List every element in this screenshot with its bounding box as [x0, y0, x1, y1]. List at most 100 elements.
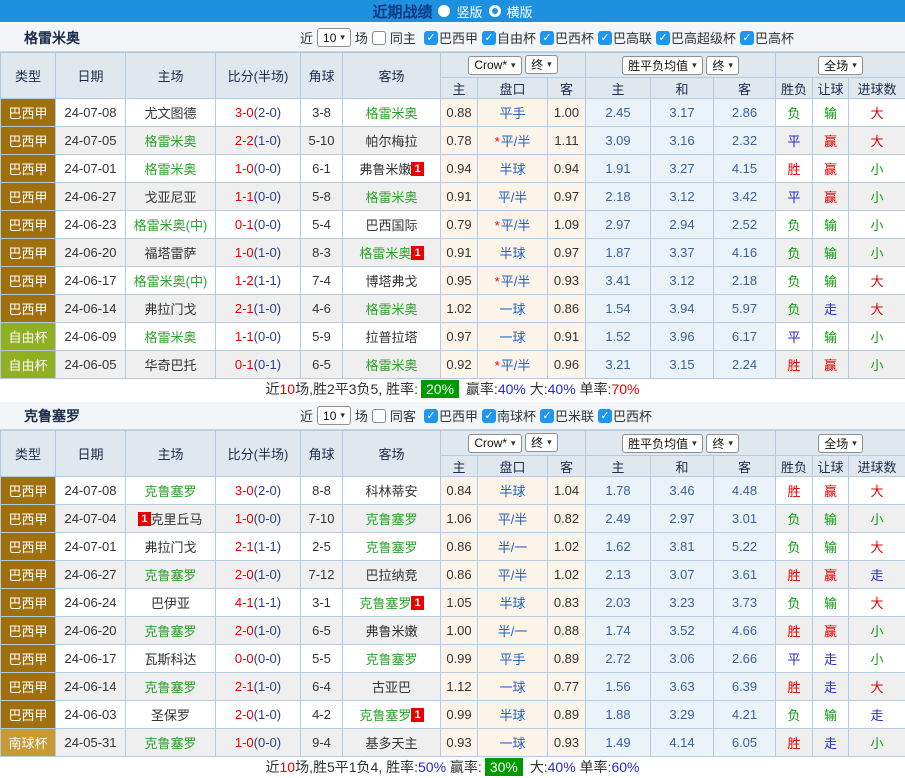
match-date: 24-06-09 [56, 323, 126, 351]
league-checkbox[interactable]: ✓ [540, 31, 554, 45]
corner-count: 5-8 [301, 183, 343, 211]
home-team-name: 格雷米奥 [144, 162, 196, 177]
home-team-name: 克鲁塞罗 [144, 736, 196, 751]
avg-away-odds: 4.66 [714, 617, 776, 645]
halftime-score: (2-0) [254, 105, 281, 120]
avg-draw-odds: 3.46 [651, 477, 714, 505]
avg-time-select[interactable]: 终▾ [706, 434, 739, 453]
league-checkbox[interactable]: ✓ [740, 31, 754, 45]
star-mark: * [495, 134, 500, 149]
league-type-cell: 巴西甲 [1, 211, 56, 239]
match-count-select[interactable]: 10▾ [317, 28, 351, 47]
odds-company-select[interactable]: Crow*▾ [468, 56, 521, 75]
away-team-name: 拉普拉塔 [365, 330, 417, 345]
score-cell: 1-0(1-0) [216, 239, 301, 267]
score-cell: 2-0(1-0) [216, 617, 301, 645]
away-odds: 0.96 [548, 351, 586, 379]
chevron-down-icon: ▾ [340, 410, 345, 421]
score-cell: 0-0(0-0) [216, 645, 301, 673]
away-odds: 1.04 [548, 477, 586, 505]
col-away: 客场 [343, 431, 441, 477]
result-outcome: 胜 [776, 561, 813, 589]
result-outcome: 负 [776, 211, 813, 239]
result-handicap: 输 [813, 323, 849, 351]
league-checkbox[interactable]: ✓ [598, 409, 612, 423]
home-team-name: 格雷米奥(中) [134, 218, 208, 233]
halftime-score: (1-0) [254, 623, 281, 638]
away-team: 格雷米奥 [343, 99, 441, 127]
fullmatch-select[interactable]: 全场▾ [818, 434, 863, 453]
fulltime-score: 3-0 [235, 105, 254, 120]
halftime-score: (0-0) [254, 329, 281, 344]
avg-odds-select[interactable]: 胜平负均值▾ [622, 434, 703, 453]
avg-home-odds: 1.88 [586, 701, 651, 729]
league-checkbox[interactable]: ✓ [424, 31, 438, 45]
fulltime-score: 1-0 [235, 511, 254, 526]
table-row: 自由杯24-06-05华奇巴托0-1(0-1)6-5格雷米奥0.92*平/半0.… [1, 351, 905, 379]
score-cell: 4-1(1-1) [216, 589, 301, 617]
handicap: 半/一 [478, 533, 548, 561]
away-team: 格雷米奥 [343, 183, 441, 211]
fullmatch-select[interactable]: 全场▾ [818, 56, 863, 75]
handicap: 平手 [478, 99, 548, 127]
result-goals: 小 [849, 239, 905, 267]
league-checkbox[interactable]: ✓ [656, 31, 670, 45]
corner-count: 7-12 [301, 561, 343, 589]
summary-text: 近 [266, 381, 280, 397]
fulltime-score: 0-0 [235, 651, 254, 666]
summary-text: 赢率: [462, 381, 498, 397]
league-type-cell: 巴西甲 [1, 505, 56, 533]
score-cell: 2-0(1-0) [216, 701, 301, 729]
league-filter: ✓巴高杯 [740, 28, 794, 47]
league-checkbox[interactable]: ✓ [482, 31, 496, 45]
home-team: 格雷米奥 [126, 127, 216, 155]
home-team-name: 瓦斯科达 [144, 652, 196, 667]
home-odds: 0.99 [441, 701, 478, 729]
league-checkbox[interactable]: ✓ [540, 409, 554, 423]
home-team: 克鲁塞罗 [126, 729, 216, 757]
odds-time-select[interactable]: 终▾ [525, 433, 558, 452]
result-outcome: 胜 [776, 477, 813, 505]
sub-result: 胜负 [776, 78, 813, 99]
result-outcome: 平 [776, 645, 813, 673]
handicap-text: 平/半 [501, 358, 531, 373]
league-checkbox[interactable]: ✓ [482, 409, 496, 423]
away-odds: 0.97 [548, 183, 586, 211]
handicap-text: 半/一 [498, 540, 528, 555]
league-type-cell: 巴西甲 [1, 477, 56, 505]
home-odds: 1.00 [441, 617, 478, 645]
match-date: 24-06-17 [56, 645, 126, 673]
horizontal-layout-radio[interactable] [489, 5, 501, 17]
score-cell: 3-0(2-0) [216, 99, 301, 127]
odds-company-select[interactable]: Crow*▾ [468, 434, 521, 453]
unit-label: 场 [355, 406, 368, 425]
handicap-text: 平/半 [498, 568, 528, 583]
avg-home-odds: 1.54 [586, 295, 651, 323]
avg-away-odds: 4.15 [714, 155, 776, 183]
handicap: 平/半 [478, 505, 548, 533]
league-label: 巴高杯 [755, 28, 794, 47]
same-venue-checkbox[interactable] [372, 409, 386, 423]
league-checkbox[interactable]: ✓ [424, 409, 438, 423]
sub-goals-result: 进球数 [849, 456, 905, 477]
avg-draw-odds: 3.17 [651, 99, 714, 127]
avg-odds-select[interactable]: 胜平负均值▾ [622, 56, 703, 75]
league-label: 巴西甲 [439, 28, 478, 47]
league-checkbox[interactable]: ✓ [598, 31, 612, 45]
avg-time-select[interactable]: 终▾ [706, 56, 739, 75]
team-band: 格雷米奥 近 10▾ 场 同主 ✓巴西甲✓自由杯✓巴西杯✓巴高联✓巴高超级杯✓巴… [0, 24, 905, 52]
score-cell: 2-0(1-0) [216, 561, 301, 589]
same-venue-checkbox[interactable] [372, 31, 386, 45]
home-team-name: 格雷米奥(中) [134, 274, 208, 289]
avg-away-odds: 2.66 [714, 645, 776, 673]
odds-time-select[interactable]: 终▾ [525, 55, 558, 74]
away-team-name: 博塔弗戈 [365, 274, 417, 289]
vertical-layout-radio[interactable] [438, 5, 450, 17]
result-outcome: 胜 [776, 673, 813, 701]
result-handicap: 输 [813, 267, 849, 295]
home-team: 弗拉门戈 [126, 533, 216, 561]
home-odds: 0.84 [441, 477, 478, 505]
red-card-badge: 1 [411, 162, 423, 176]
match-count-select[interactable]: 10▾ [317, 406, 351, 425]
match-date: 24-07-08 [56, 477, 126, 505]
